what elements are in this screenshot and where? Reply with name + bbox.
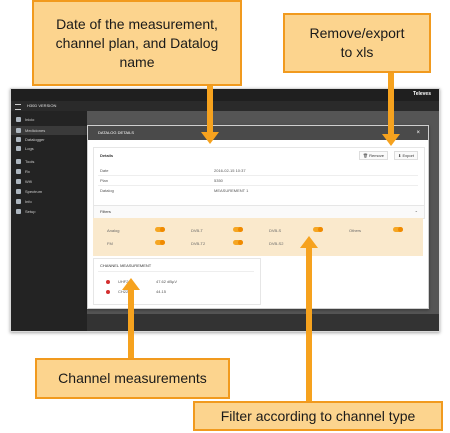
divider	[98, 271, 254, 272]
filter-label-dvbs: DVB-S	[269, 228, 282, 233]
filter-label-dvbs2: DVB-S2	[269, 241, 284, 246]
signal-icon	[16, 169, 21, 174]
status-dot	[106, 290, 110, 294]
callout-remove-export: Remove/export to xls	[283, 13, 431, 73]
close-icon[interactable]: ×	[416, 126, 420, 140]
sidebar-item-datalogger[interactable]: Datalogger	[11, 135, 87, 144]
callout-arrowhead	[201, 132, 219, 144]
spectrum-icon	[16, 189, 21, 194]
sidebar-item-mediciones[interactable]: Mediciones	[11, 126, 87, 135]
sidebar-item-logs[interactable]: Logs	[11, 144, 87, 153]
sidebar-item-tools[interactable]: Tools	[11, 157, 87, 166]
filter-label-others: Others	[349, 228, 362, 233]
channel-measurement-panel: CHANNEL MEASUREMENT UHF21 47.62 dBµV CH2…	[93, 258, 261, 305]
gear-icon	[16, 209, 21, 214]
dialog-header: DATALOG DETAILS ×	[88, 126, 428, 140]
status-dot	[106, 280, 110, 284]
datalog-value: MEASUREMENT 1	[214, 188, 249, 193]
filter-toggle-fm[interactable]	[155, 240, 165, 245]
top-bar: Televes	[11, 89, 439, 101]
chevron-down-icon[interactable]: ⌄	[415, 208, 418, 213]
date-label: Date	[100, 168, 109, 173]
filter-toggle-analog[interactable]	[155, 227, 165, 232]
details-heading: Details	[100, 153, 114, 158]
date-value: 2016-02-15 10:37	[214, 168, 246, 173]
datalog-label: Datalog	[100, 188, 114, 193]
divider	[98, 175, 418, 176]
tools-icon	[16, 159, 21, 164]
dialog-title: DATALOG DETAILS	[98, 130, 135, 135]
chart-icon	[16, 128, 21, 133]
filter-toggle-dvbt[interactable]	[233, 227, 243, 232]
filter-label-fm: FM	[107, 241, 113, 246]
divider	[98, 185, 418, 186]
filters-heading: Filters	[100, 209, 111, 214]
callout-arrow	[128, 289, 134, 358]
filter-label-dvbt2: DVB-T2	[191, 241, 206, 246]
filter-label-dvbt: DVB-T	[191, 228, 203, 233]
sidebar-item-rx[interactable]: Rx	[11, 167, 87, 176]
callout-filter-channel-type: Filter according to channel type	[193, 401, 443, 431]
info-icon	[16, 199, 21, 204]
app-header: H30D VERSION	[11, 101, 439, 111]
app-title: H30D VERSION	[27, 103, 57, 108]
callout-arrow	[388, 72, 394, 136]
home-icon	[16, 117, 21, 122]
filter-toggle-others[interactable]	[393, 227, 403, 232]
sidebar-item-spectrum[interactable]: Spectrum	[11, 187, 87, 196]
filters-header[interactable]: Filters ⌄	[93, 205, 425, 219]
channel-value: 44.15	[156, 289, 167, 294]
log-icon	[16, 137, 21, 142]
callout-channel-measurements: Channel measurements	[35, 358, 230, 399]
filters-panel: Analog DVB-T DVB-S Others FM DVB-T2 DVB-…	[93, 218, 423, 256]
callout-arrow	[306, 247, 312, 401]
channel-value: 47.62 dBµV	[156, 279, 177, 284]
details-panel: Details 🗑 Remove ⬇ Export Date 2016-02-1…	[93, 147, 425, 206]
callout-arrow	[207, 86, 213, 134]
sidebar: Inicio Mediciones Datalogger Logs Tools …	[11, 111, 87, 331]
sidebar-item-setup[interactable]: Setup	[11, 207, 87, 216]
callout-arrowhead	[382, 134, 400, 146]
menu-icon[interactable]	[15, 104, 21, 110]
sidebar-item-wifi[interactable]: Wifi	[11, 177, 87, 186]
filter-label-analog: Analog	[107, 228, 120, 233]
footer-bar	[87, 314, 439, 331]
plan-value: 5350	[214, 178, 223, 183]
list-icon	[16, 146, 21, 151]
plan-label: Plan	[100, 178, 109, 183]
brand-logo: Televes	[413, 91, 431, 97]
filter-toggle-dvbs[interactable]	[313, 227, 323, 232]
remove-button[interactable]: 🗑 Remove	[358, 151, 388, 160]
filter-toggle-dvbt2[interactable]	[233, 240, 243, 245]
callout-date-plan-name: Date of the measurement, channel plan, a…	[32, 0, 242, 86]
measurement-heading: CHANNEL MEASUREMENT	[100, 263, 152, 268]
sidebar-item-info[interactable]: Info	[11, 197, 87, 206]
export-button[interactable]: ⬇ Export	[393, 151, 418, 160]
wifi-icon	[16, 179, 21, 184]
sidebar-item-inicio[interactable]: Inicio	[11, 115, 87, 124]
